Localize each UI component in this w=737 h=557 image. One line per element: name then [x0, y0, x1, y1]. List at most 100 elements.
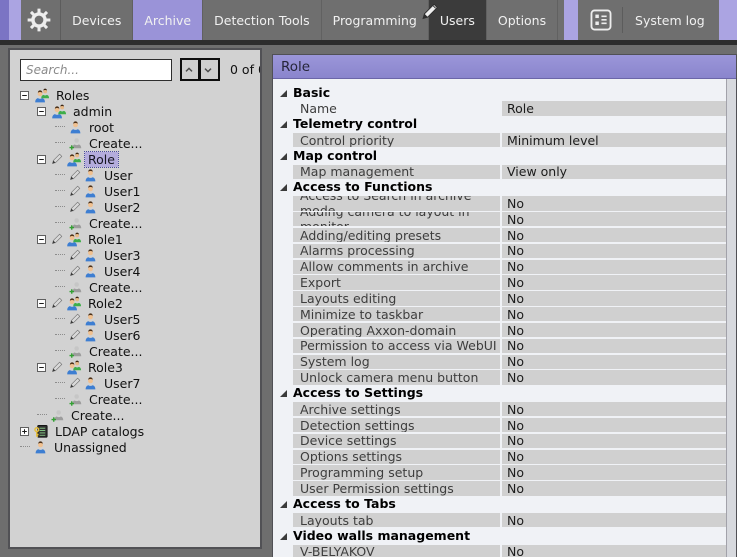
- property-row-control-priority[interactable]: Control priorityMinimum level: [273, 131, 726, 147]
- property-row-minimize-to-taskbar[interactable]: Minimize to taskbarNo: [273, 306, 726, 322]
- expander-minus-icon[interactable]: [20, 91, 29, 100]
- property-value-cell[interactable]: No: [502, 418, 726, 432]
- settings-gear-button[interactable]: [21, 0, 62, 40]
- property-row-layouts-editing[interactable]: Layouts editingNo: [273, 290, 726, 306]
- property-value-cell[interactable]: No: [502, 450, 726, 464]
- tab-detection-tools[interactable]: Detection Tools: [203, 0, 322, 40]
- tree-item-role[interactable]: Role: [10, 151, 260, 167]
- property-value-cell[interactable]: No: [502, 465, 726, 479]
- tree-item-role3[interactable]: Role3: [10, 359, 260, 375]
- tab-archive[interactable]: Archive: [133, 0, 203, 40]
- property-section-basic[interactable]: Basic: [273, 84, 726, 100]
- property-row-adding-editing-presets[interactable]: Adding/editing presetsNo: [273, 226, 726, 242]
- property-value-cell[interactable]: No: [502, 275, 726, 289]
- property-value-cell[interactable]: No: [502, 481, 726, 495]
- property-section-map-control[interactable]: Map control: [273, 147, 726, 163]
- section-expander-icon[interactable]: [280, 501, 287, 508]
- property-row-map-management[interactable]: Map managementView only: [273, 163, 726, 179]
- previous-match-button[interactable]: [180, 58, 200, 81]
- property-value-cell[interactable]: No: [502, 212, 726, 226]
- system-log-button[interactable]: System log: [578, 0, 719, 40]
- property-section-telemetry-control[interactable]: Telemetry control: [273, 116, 726, 132]
- tree-item-root[interactable]: root: [10, 119, 260, 135]
- property-row-detection-settings[interactable]: Detection settingsNo: [273, 416, 726, 432]
- property-value-cell[interactable]: No: [502, 513, 726, 527]
- property-row-access-to-search-in-archive-mode[interactable]: Access to Search in archive modeNo: [273, 195, 726, 211]
- tree-item-create[interactable]: Create...: [10, 391, 260, 407]
- property-row-programming-setup[interactable]: Programming setupNo: [273, 464, 726, 480]
- property-row-export[interactable]: ExportNo: [273, 274, 726, 290]
- property-row-operating-axxon-domain[interactable]: Operating Axxon-domainNo: [273, 321, 726, 337]
- section-expander-icon[interactable]: [280, 153, 287, 160]
- property-value-cell[interactable]: No: [502, 434, 726, 448]
- tree-item-user7[interactable]: User7: [10, 375, 260, 391]
- property-value-cell[interactable]: No: [502, 244, 726, 258]
- property-row-layouts-tab[interactable]: Layouts tabNo: [273, 511, 726, 527]
- tab-devices[interactable]: Devices: [61, 0, 133, 40]
- property-value-cell[interactable]: No: [502, 323, 726, 337]
- property-row-unlock-camera-menu-button[interactable]: Unlock camera menu buttonNo: [273, 369, 726, 385]
- property-value-cell[interactable]: No: [502, 339, 726, 353]
- tree-item-create[interactable]: Create...: [10, 215, 260, 231]
- property-value-cell[interactable]: No: [502, 228, 726, 242]
- property-row-allow-comments-in-archive[interactable]: Allow comments in archiveNo: [273, 258, 726, 274]
- property-row-alarms-processing[interactable]: Alarms processingNo: [273, 242, 726, 258]
- property-value-cell[interactable]: No: [502, 402, 726, 416]
- property-value-cell[interactable]: No: [502, 370, 726, 384]
- property-value-cell[interactable]: View only: [502, 165, 726, 179]
- tab-users[interactable]: Users: [429, 0, 487, 40]
- tree-item-create[interactable]: Create...: [10, 407, 260, 423]
- tree-item-create[interactable]: Create...: [10, 343, 260, 359]
- property-value-cell[interactable]: Minimum level: [502, 133, 726, 147]
- tab-options[interactable]: Options: [487, 0, 558, 40]
- section-expander-icon[interactable]: [280, 90, 287, 97]
- expander-minus-icon[interactable]: [37, 107, 46, 116]
- property-section-access-to-settings[interactable]: Access to Settings: [273, 385, 726, 401]
- property-row-options-settings[interactable]: Options settingsNo: [273, 448, 726, 464]
- property-row-archive-settings[interactable]: Archive settingsNo: [273, 401, 726, 417]
- property-row-name[interactable]: NameRole: [273, 100, 726, 116]
- property-value-cell[interactable]: No: [502, 307, 726, 321]
- property-row-v-belyakov[interactable]: V-BELYAKOVNo: [273, 543, 726, 557]
- property-section-access-to-tabs[interactable]: Access to Tabs: [273, 496, 726, 512]
- tree-item-create[interactable]: Create...: [10, 279, 260, 295]
- property-row-system-log[interactable]: System logNo: [273, 353, 726, 369]
- property-row-device-settings[interactable]: Device settingsNo: [273, 432, 726, 448]
- expander-minus-icon[interactable]: [37, 155, 46, 164]
- tree-item-user3[interactable]: User3: [10, 247, 260, 263]
- tree-item-unassigned[interactable]: Unassigned: [10, 439, 260, 455]
- section-expander-icon[interactable]: [280, 121, 287, 128]
- property-value-cell[interactable]: No: [502, 260, 726, 274]
- property-row-user-permission-settings[interactable]: User Permission settingsNo: [273, 480, 726, 496]
- search-input[interactable]: [20, 59, 172, 81]
- tree-item-admin[interactable]: admin: [10, 103, 260, 119]
- next-match-button[interactable]: [200, 58, 220, 81]
- property-section-video-walls-management[interactable]: Video walls management: [273, 527, 726, 543]
- property-row-permission-to-access-via-webui[interactable]: Permission to access via WebUINo: [273, 337, 726, 353]
- property-value-cell[interactable]: No: [502, 196, 726, 210]
- tree-item-role1[interactable]: Role1: [10, 231, 260, 247]
- tree-item-user4[interactable]: User4: [10, 263, 260, 279]
- tab-programming[interactable]: Programming: [322, 0, 429, 40]
- tree-item-role2[interactable]: Role2: [10, 295, 260, 311]
- tree-item-create[interactable]: Create...: [10, 135, 260, 151]
- tree-item-roles[interactable]: Roles: [10, 87, 260, 103]
- vertical-scrollbar[interactable]: [726, 79, 736, 557]
- property-value-cell[interactable]: No: [502, 291, 726, 305]
- expander-minus-icon[interactable]: [37, 235, 46, 244]
- expander-minus-icon[interactable]: [37, 299, 46, 308]
- tree-item-user[interactable]: User: [10, 167, 260, 183]
- property-row-adding-camera-to-layout-in-monitor[interactable]: Adding camera to layout in monitorNo: [273, 211, 726, 227]
- section-expander-icon[interactable]: [280, 390, 287, 397]
- section-expander-icon[interactable]: [280, 184, 287, 191]
- property-section-access-to-functions[interactable]: Access to Functions: [273, 179, 726, 195]
- property-value-cell[interactable]: No: [502, 545, 726, 557]
- tree-item-user6[interactable]: User6: [10, 327, 260, 343]
- section-expander-icon[interactable]: [280, 533, 287, 540]
- expander-plus-icon[interactable]: [20, 427, 29, 436]
- property-value-cell[interactable]: Role: [502, 101, 726, 115]
- tree-item-user1[interactable]: User1: [10, 183, 260, 199]
- property-value-cell[interactable]: No: [502, 355, 726, 369]
- tree-item-user5[interactable]: User5: [10, 311, 260, 327]
- tree-item-ldap-catalogs[interactable]: LDAP catalogs: [10, 423, 260, 439]
